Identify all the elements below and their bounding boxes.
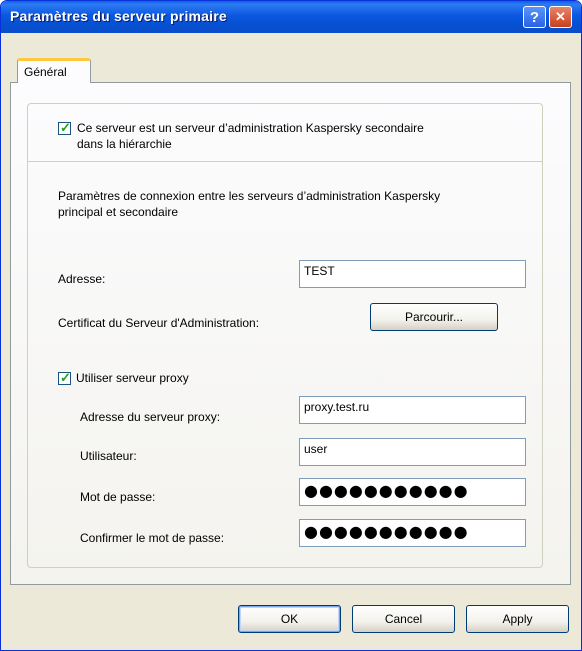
use-proxy-checkbox[interactable]: ✓ [58,370,71,385]
group-divider [28,161,542,162]
browse-button-label: Parcourir... [404,310,464,324]
close-icon: ✕ [555,9,566,24]
apply-button[interactable]: Apply [466,605,569,633]
confirm-password-value: ●●●●●●●●●●● [304,522,469,541]
apply-button-label: Apply [502,612,533,626]
certificate-label: Certificat du Serveur d'Administration: [58,316,260,330]
password-label: Mot de passe: [80,490,156,504]
proxy-address-value: proxy.test.ru [304,400,370,414]
confirm-password-input[interactable]: ●●●●●●●●●●● [299,519,526,547]
checkmark-icon: ✓ [60,120,71,135]
proxy-address-label: Adresse du serveur proxy: [80,410,221,424]
close-button[interactable]: ✕ [549,6,572,28]
user-input[interactable]: user [299,438,526,466]
help-button[interactable]: ? [523,6,546,28]
user-label: Utilisateur: [80,449,137,463]
help-icon: ? [529,8,540,26]
window-title: Paramètres du serveur primaire [10,8,227,24]
dialog-window: Paramètres du serveur primaire ? ✕ Génér… [0,0,582,651]
tab-general[interactable]: Général [17,58,91,83]
use-proxy-label: Utiliser serveur proxy [76,371,189,385]
secondary-server-label-line1: Ce serveur est un serveur d’administrati… [77,121,424,135]
title-bar[interactable]: Paramètres du serveur primaire ? ✕ [1,1,581,33]
secondary-server-checkbox[interactable]: ✓ [58,120,71,135]
password-value: ●●●●●●●●●●● [304,481,469,500]
tab-general-label: Général [24,65,67,79]
cancel-button[interactable]: Cancel [352,605,455,633]
ok-button-label: OK [280,612,299,626]
address-value: TEST [304,264,335,278]
password-input[interactable]: ●●●●●●●●●●● [299,478,526,506]
checkmark-icon: ✓ [60,370,71,385]
cancel-button-label: Cancel [384,612,423,626]
secondary-server-label-line2: dans la hiérarchie [77,137,172,151]
address-label: Adresse: [58,272,106,286]
confirm-password-label: Confirmer le mot de passe: [80,531,225,545]
browse-button[interactable]: Parcourir... [370,303,498,331]
proxy-address-input[interactable]: proxy.test.ru [299,396,526,424]
ok-button[interactable]: OK [238,605,341,633]
address-input[interactable]: TEST [299,260,526,288]
user-value: user [304,442,328,456]
connection-description-line2: principal et secondaire [58,205,179,219]
connection-description-line1: Paramètres de connexion entre les serveu… [58,189,441,203]
